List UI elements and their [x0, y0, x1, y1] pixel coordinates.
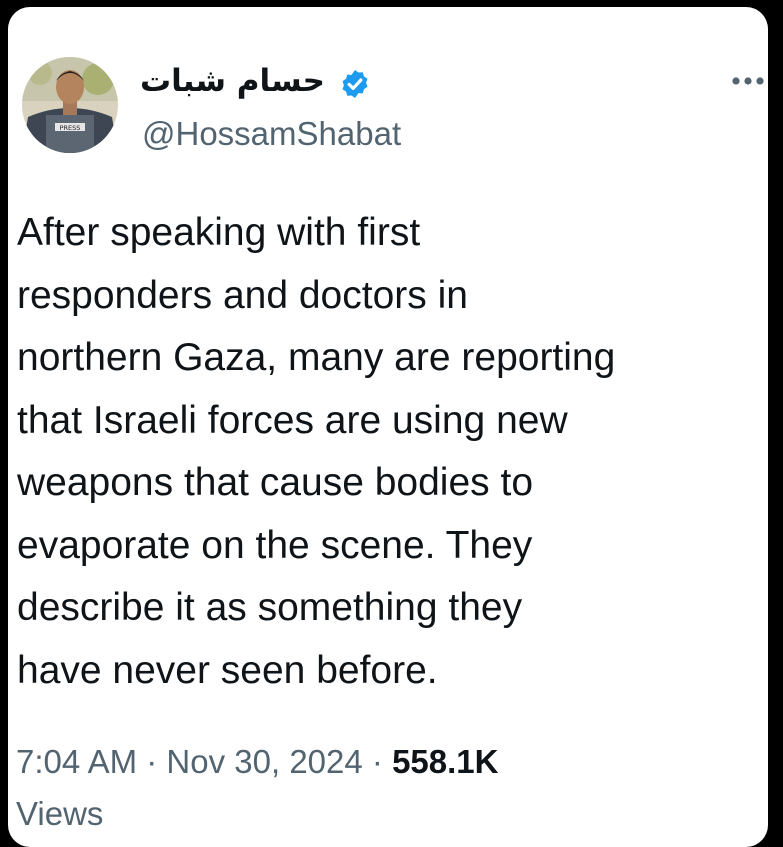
- avatar-image: PRESS: [22, 57, 118, 153]
- meta-separator: ·: [146, 743, 158, 780]
- tweet-text-line: weapons that cause bodies to: [17, 461, 534, 504]
- tweet-text-line: evaporate on the scene. They: [17, 523, 533, 567]
- more-options-icon[interactable]: [728, 69, 768, 93]
- tweet-text-line: describe it as something they: [17, 586, 523, 629]
- display-name[interactable]: حسام شبات: [140, 59, 325, 103]
- avatar[interactable]: PRESS: [22, 57, 118, 153]
- tweet-text-line: After speaking with first: [17, 211, 421, 254]
- views-count[interactable]: 558.1K: [392, 743, 498, 780]
- avatar-press-text: PRESS: [60, 124, 81, 132]
- tweet-text: After speaking with first responders and…: [17, 202, 768, 702]
- verified-badge-icon: [342, 70, 368, 98]
- handle[interactable]: @HossamShabat: [142, 112, 401, 156]
- tweet-text-line: that Israeli forces are using new: [17, 398, 568, 442]
- views-label[interactable]: Views: [16, 789, 103, 839]
- meta-separator: ·: [371, 743, 383, 780]
- tweet-text-line: responders and doctors in: [17, 273, 468, 317]
- tweet-time[interactable]: 7:04 AM: [16, 743, 137, 780]
- tweet-card: PRESS حسام شبات @HossamShabat After spea…: [8, 7, 768, 847]
- tweet-date[interactable]: Nov 30, 2024: [166, 743, 362, 780]
- tweet-meta: 7:04 AM · Nov 30, 2024 · 558.1K: [16, 737, 499, 787]
- tweet-text-line: have never seen before.: [17, 648, 438, 692]
- tweet-text-line: northern Gaza, many are reporting: [17, 336, 616, 379]
